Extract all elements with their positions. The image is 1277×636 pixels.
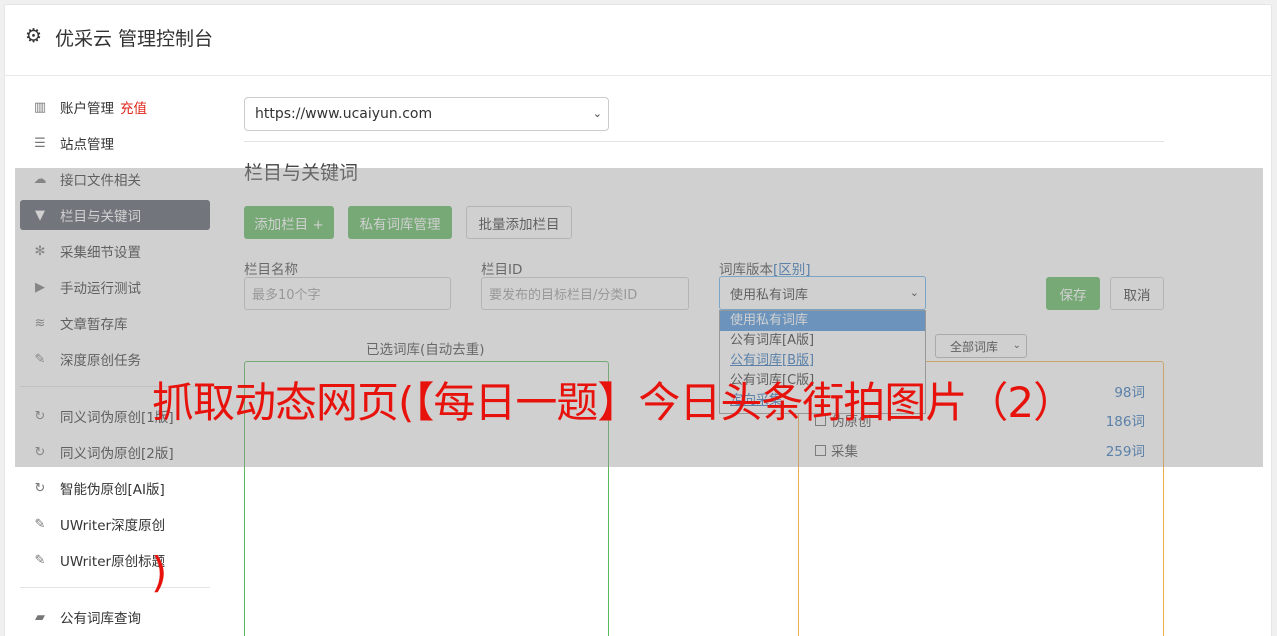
edit-icon: ✎ [34, 516, 46, 532]
sidebar-item-label: UWriter原创标题 [60, 554, 166, 570]
sidebar-item-sites[interactable]: ☰ 站点管理 [20, 128, 210, 158]
sidebar-item-uwriter-title[interactable]: ✎ UWriter原创标题 [20, 545, 210, 575]
section-divider [244, 141, 1164, 142]
sidebar-item-label: UWriter深度原创 [60, 518, 166, 534]
refresh-icon: ↻ [34, 480, 46, 496]
sidebar-item-public-lib-query[interactable]: ▰ 公有词库查询 [20, 602, 210, 632]
site-select[interactable]: https://www.ucaiyun.com ⌄ [244, 97, 609, 131]
page-title: 优采云 管理控制台 [55, 28, 214, 50]
sidebar-item-label: 账户管理 [60, 101, 114, 117]
edit-icon: ✎ [34, 552, 46, 568]
page-header: ⚙ 优采云 管理控制台 [5, 5, 1271, 76]
sidebar-item-account[interactable]: ▥ 账户管理 充值 [20, 92, 210, 122]
article-title-banner-tail: ) [151, 548, 168, 597]
chevron-down-icon: ⌄ [592, 107, 602, 120]
sidebar-divider [20, 587, 210, 588]
gear-icon: ⚙ [25, 25, 43, 47]
sidebar-item-label: 站点管理 [60, 137, 114, 153]
book-icon: ▰ [35, 609, 45, 625]
server-icon: ☰ [34, 135, 46, 151]
site-select-value: https://www.ucaiyun.com [255, 106, 433, 122]
sidebar-item-label: 智能伪原创[AI版] [60, 482, 165, 498]
sidebar-item-label: 公有词库查询 [60, 611, 141, 627]
sidebar-item-ai-rewrite[interactable]: ↻ 智能伪原创[AI版] [20, 473, 210, 503]
recharge-link[interactable]: 充值 [120, 97, 147, 117]
bar-chart-icon: ▥ [33, 99, 47, 115]
article-title-banner: 抓取动态网页(【每日一题】今日头条街拍图片（2） [152, 378, 1075, 427]
sidebar-item-uwriter-deep[interactable]: ✎ UWriter深度原创 [20, 509, 210, 539]
